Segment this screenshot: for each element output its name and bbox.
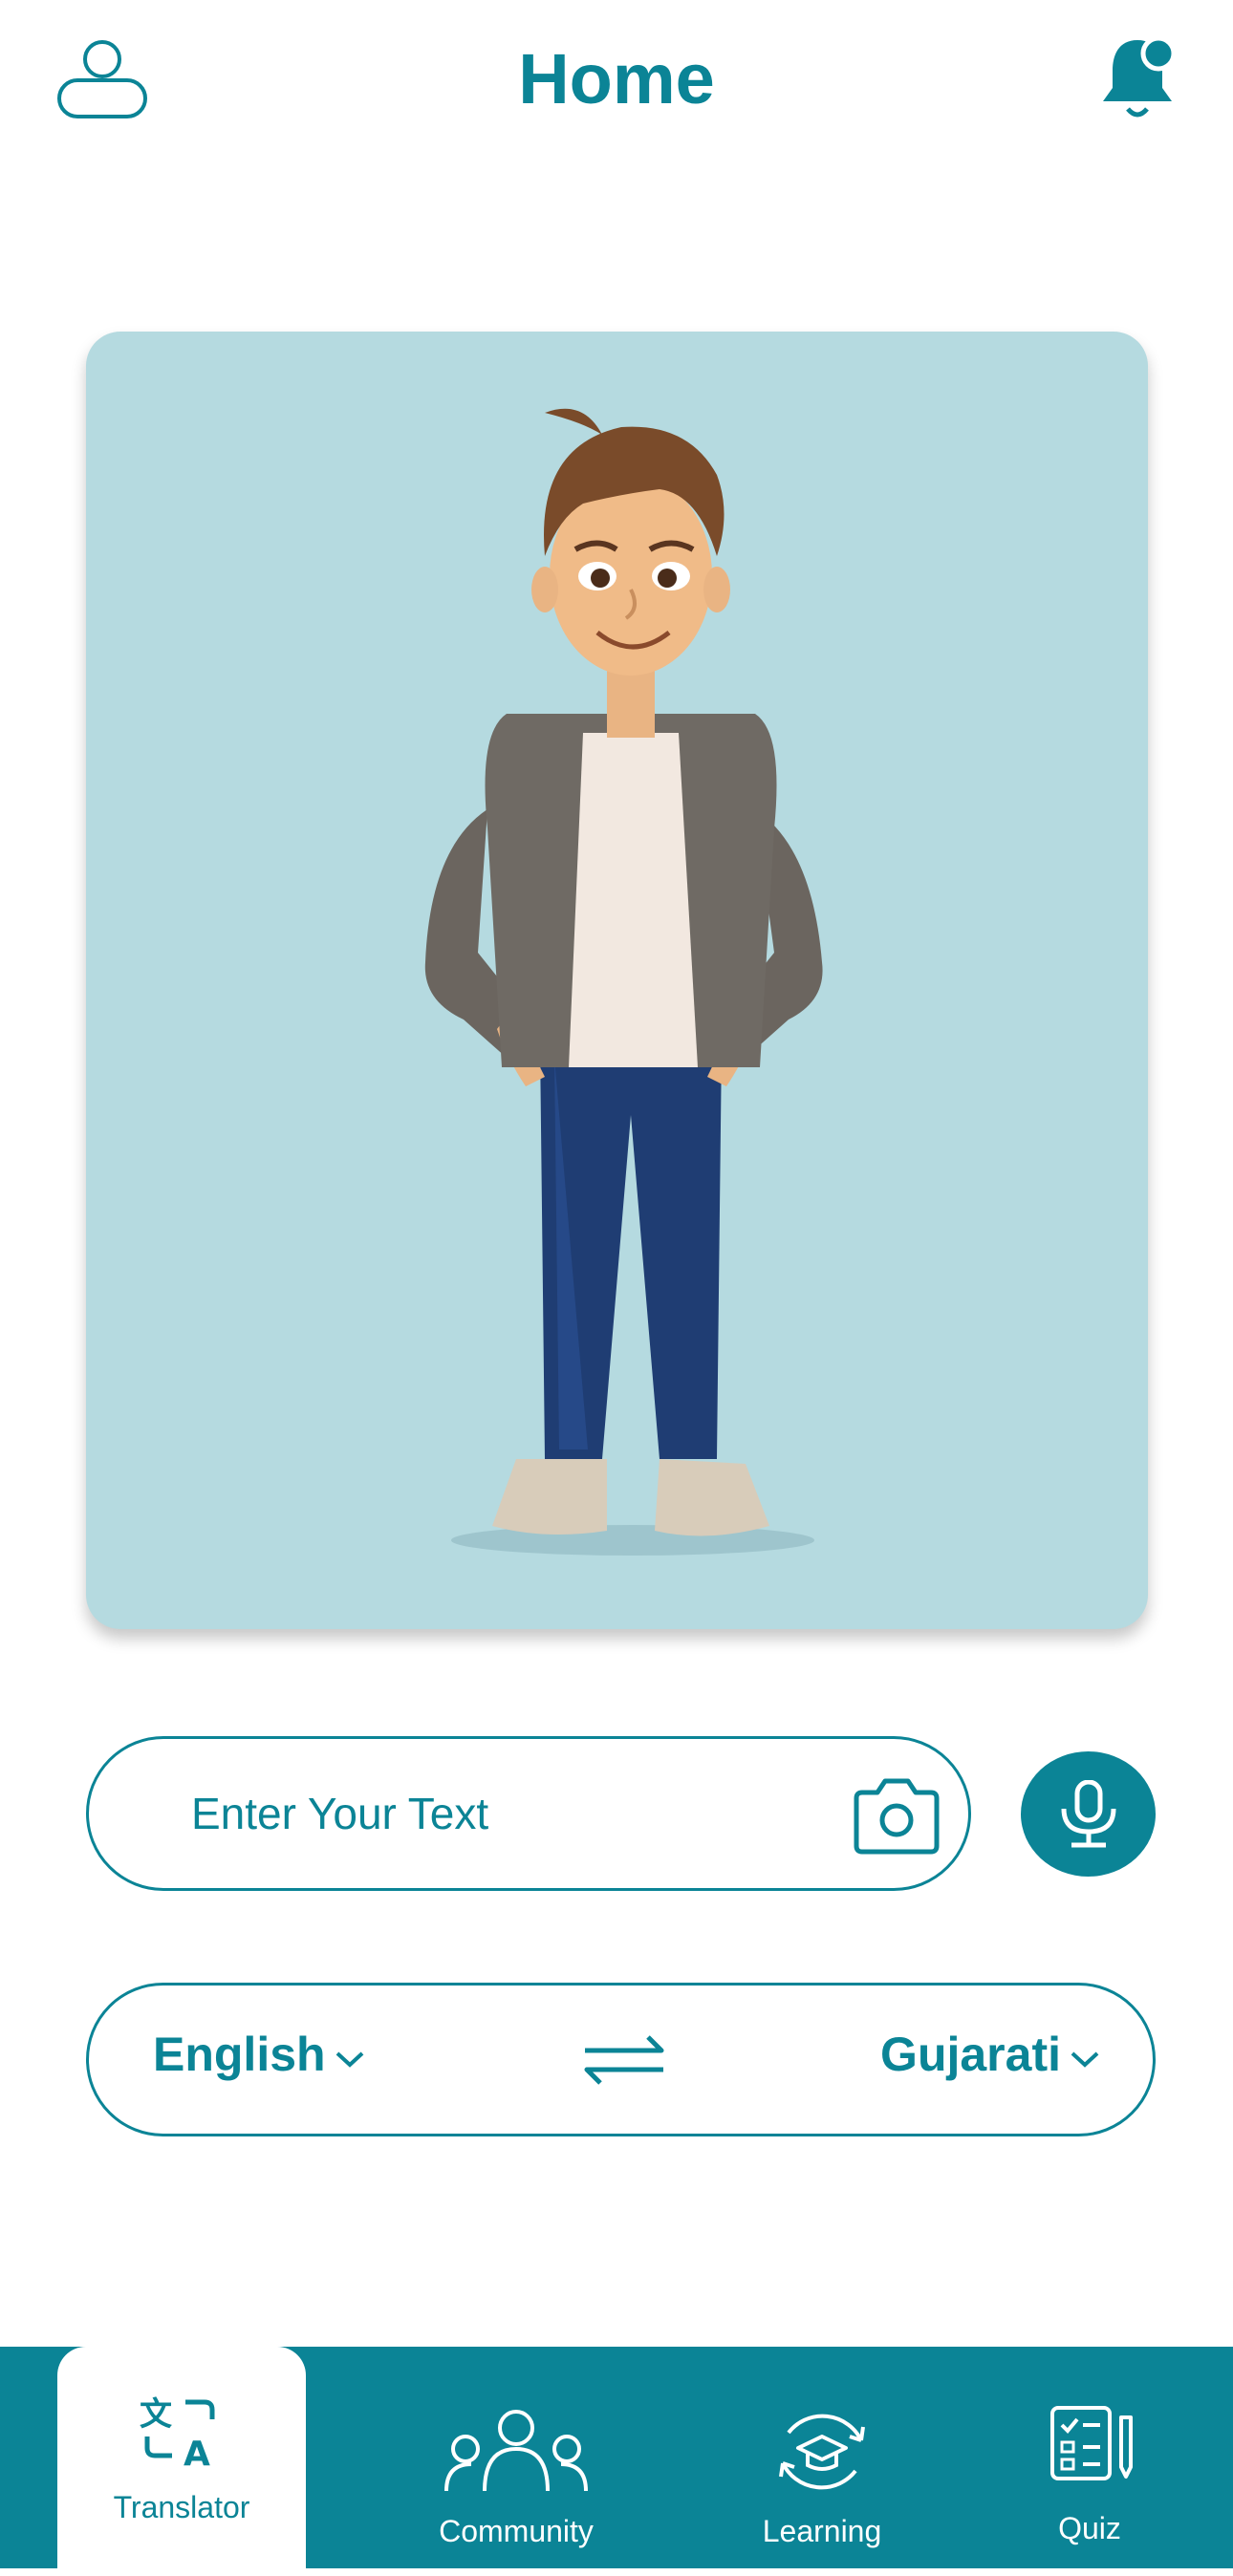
microphone-icon	[1061, 1780, 1116, 1848]
camera-button[interactable]	[849, 1775, 944, 1857]
learning-icon	[779, 2414, 865, 2490]
bell-icon	[1103, 35, 1177, 118]
target-language-label: Gujarati	[880, 2028, 1061, 2081]
nav-label-quiz: Quiz	[1058, 2511, 1121, 2545]
nav-item-learning[interactable]: Learning	[736, 2347, 908, 2568]
chevron-down-icon	[1071, 2051, 1099, 2068]
nav-label-learning: Learning	[762, 2514, 882, 2548]
swap-languages-button[interactable]	[581, 2029, 667, 2091]
nav-item-translator[interactable]: 文 A Translator	[57, 2347, 306, 2576]
translate-icon: 文 A	[140, 2395, 215, 2469]
nav-item-quiz[interactable]: Quiz	[1032, 2347, 1147, 2568]
source-language-dropdown[interactable]: English	[153, 2027, 366, 2082]
text-input[interactable]	[189, 1779, 805, 1848]
notification-button[interactable]	[1090, 29, 1185, 124]
microphone-button[interactable]	[1021, 1751, 1156, 1877]
language-selector: English Gujarati	[86, 1983, 1156, 2136]
nav-label-community: Community	[439, 2514, 594, 2548]
nav-label-translator: Translator	[113, 2490, 250, 2524]
camera-icon	[854, 1778, 940, 1855]
page-title: Home	[518, 39, 715, 118]
bottom-navigation: 文 A Translator Community Learning Quiz	[0, 2347, 1233, 2576]
avatar-card	[86, 332, 1148, 1629]
text-input-container	[86, 1736, 971, 1891]
avatar-illustration	[424, 408, 823, 1556]
community-icon	[444, 2410, 588, 2492]
swap-icon	[584, 2035, 664, 2085]
source-language-label: English	[153, 2028, 326, 2081]
chevron-down-icon	[335, 2051, 363, 2068]
target-language-dropdown[interactable]: Gujarati	[880, 2027, 1101, 2082]
quiz-icon	[1050, 2406, 1133, 2480]
svg-text:A: A	[184, 2435, 210, 2469]
svg-text:文: 文	[140, 2395, 172, 2434]
nav-item-community[interactable]: Community	[421, 2347, 612, 2568]
